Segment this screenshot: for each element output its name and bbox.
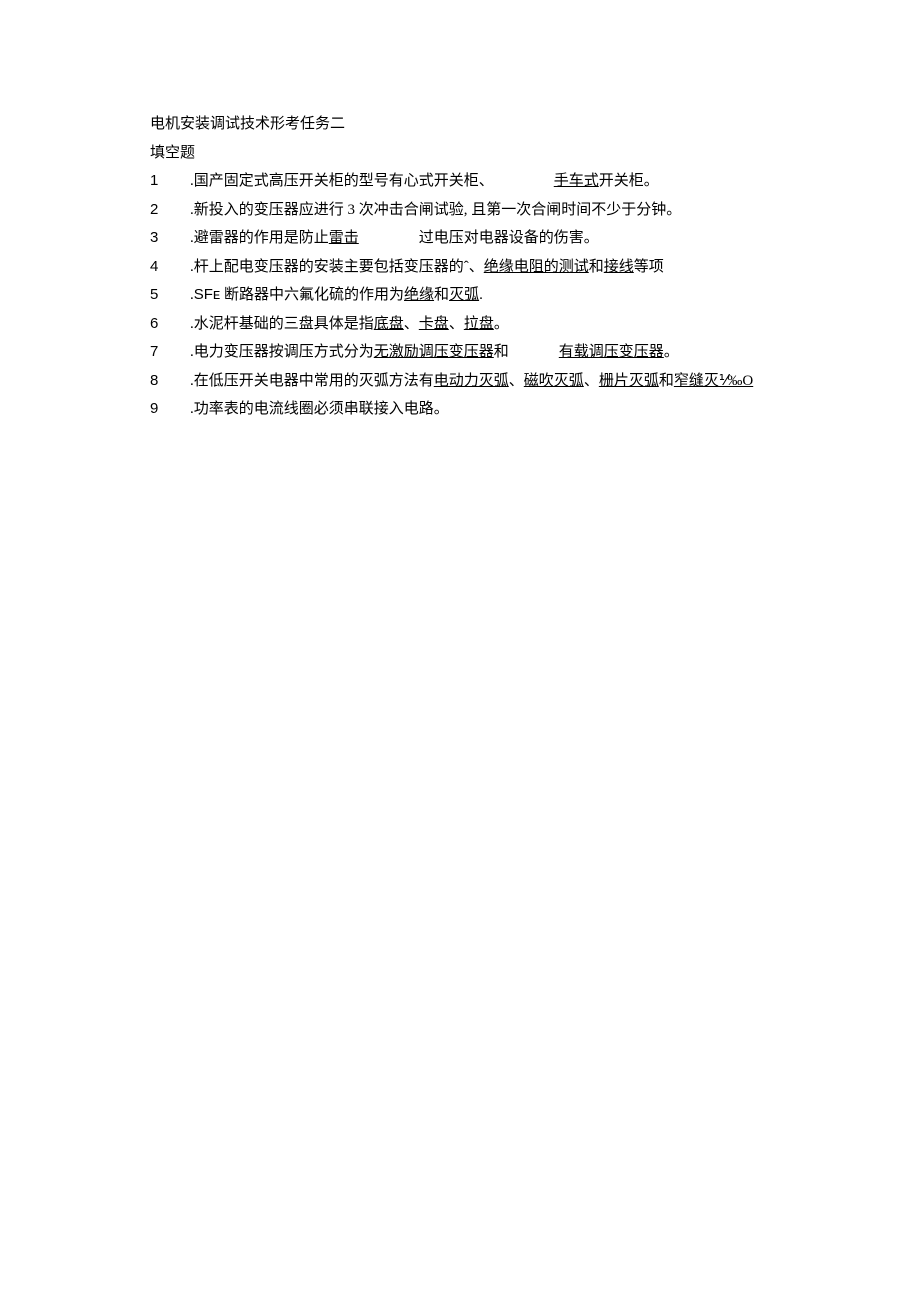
list-item: .水泥杆基础的三盘具体是指底盘、卡盘、拉盘。 bbox=[150, 310, 850, 339]
answer-underline: 栅片灭弧 bbox=[599, 373, 659, 389]
answer-underline: 卡盘 bbox=[419, 316, 449, 332]
list-item: .SFᴇ 断路器中六氟化硫的作用为绝缘和灭弧. bbox=[150, 281, 850, 310]
item-text: .水泥杆基础的三盘具体是指 bbox=[190, 316, 374, 332]
item-text: 等项 bbox=[634, 259, 664, 275]
item-text: 过电压对电器设备的伤害。 bbox=[419, 230, 599, 246]
answer-underline: 手车式 bbox=[554, 173, 599, 189]
item-text: .避雷器的作用是防止 bbox=[190, 230, 329, 246]
list-item: .电力变压器按调压方式分为无激励调压变压器和 有载调压变压器。 bbox=[150, 338, 850, 367]
list-item: .国产固定式高压开关柜的型号有心式开关柜、 手车式开关柜。 bbox=[150, 167, 850, 196]
document-title: 电机安装调试技术形考任务二 bbox=[150, 110, 850, 139]
item-text: .新投入的变压器应进行 3 次冲击合闸试验, 且第一次合闸时间不少于分钟。 bbox=[190, 202, 681, 218]
item-text: 、 bbox=[509, 373, 524, 389]
list-item: .避雷器的作用是防止雷击 过电压对电器设备的伤害。 bbox=[150, 224, 850, 253]
item-text: .电力变压器按调压方式分为 bbox=[190, 344, 374, 360]
document-page: 电机安装调试技术形考任务二 填空题 .国产固定式高压开关柜的型号有心式开关柜、 手… bbox=[0, 0, 920, 424]
list-item: .杆上配电变压器的安装主要包括变压器的ˆ、绝缘电阻的测试和接线等项 bbox=[150, 253, 850, 282]
item-text: . bbox=[479, 287, 483, 303]
list-item: .新投入的变压器应进行 3 次冲击合闸试验, 且第一次合闸时间不少于分钟。 bbox=[150, 196, 850, 225]
item-text: 。 bbox=[494, 316, 509, 332]
item-text: .国产固定式高压开关柜的型号有心式开关柜、 bbox=[190, 173, 494, 189]
answer-underline: 绝缘电阻的测试 bbox=[484, 259, 589, 275]
section-heading: 填空题 bbox=[150, 139, 850, 168]
item-text: 、 bbox=[449, 316, 464, 332]
item-text: .SFᴇ 断路器中六氟化硫的作用为 bbox=[190, 287, 404, 303]
question-list: .国产固定式高压开关柜的型号有心式开关柜、 手车式开关柜。 .新投入的变压器应进行… bbox=[150, 167, 850, 424]
answer-underline: 电动力灭弧 bbox=[434, 373, 509, 389]
item-text: .在低压开关电器中常用的灭弧方法有 bbox=[190, 373, 434, 389]
answer-underline: 窄缝灭⅟‰O bbox=[674, 373, 753, 389]
answer-underline: 绝缘 bbox=[404, 287, 434, 303]
list-item: .功率表的电流线圈必须串联接入电路。 bbox=[150, 395, 850, 424]
answer-underline: 拉盘 bbox=[464, 316, 494, 332]
item-text: 和 bbox=[589, 259, 604, 275]
answer-underline: 无激励调压变压器 bbox=[374, 344, 494, 360]
item-text: 、 bbox=[404, 316, 419, 332]
answer-underline: 接线 bbox=[604, 259, 634, 275]
answer-underline: 有载调压变压器 bbox=[559, 344, 664, 360]
answer-underline: 灭弧 bbox=[449, 287, 479, 303]
item-text: 。 bbox=[664, 344, 679, 360]
answer-underline: 磁吹灭弧 bbox=[524, 373, 584, 389]
answer-underline: 雷击 bbox=[329, 230, 359, 246]
list-item: .在低压开关电器中常用的灭弧方法有电动力灭弧、磁吹灭弧、栅片灭弧和窄缝灭⅟‰O bbox=[150, 367, 850, 396]
item-text: 、 bbox=[584, 373, 599, 389]
item-text: .功率表的电流线圈必须串联接入电路。 bbox=[190, 401, 449, 417]
answer-underline: 底盘 bbox=[374, 316, 404, 332]
item-text: 开关柜。 bbox=[599, 173, 659, 189]
item-text: 和 bbox=[434, 287, 449, 303]
item-text: 和 bbox=[659, 373, 674, 389]
item-text: .杆上配电变压器的安装主要包括变压器的ˆ、 bbox=[190, 259, 484, 275]
item-text: 和 bbox=[494, 344, 509, 360]
